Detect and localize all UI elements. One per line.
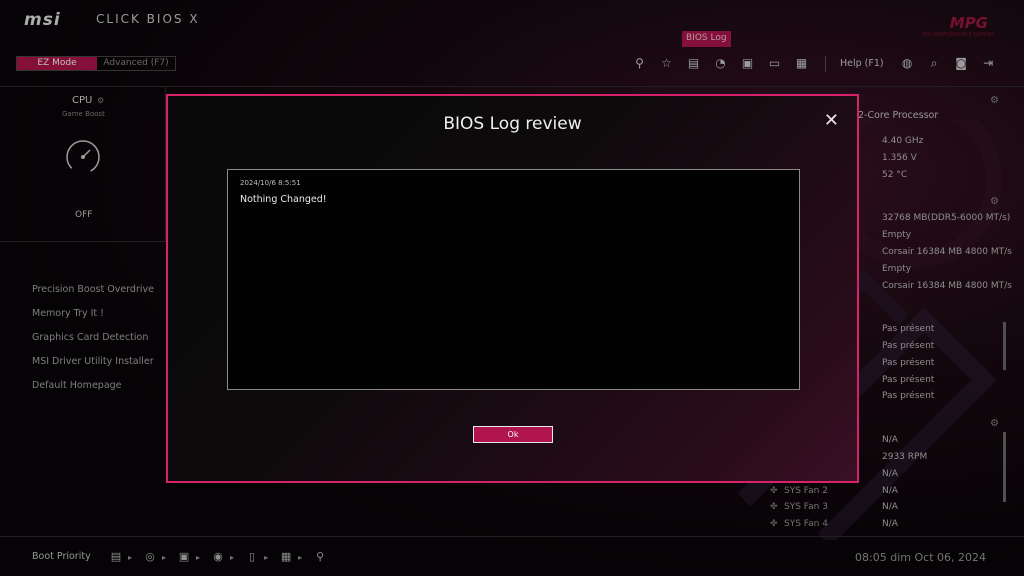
log-text-area[interactable]: 2024/10/6 8:5:51 Nothing Changed! — [227, 169, 800, 390]
bios-log-dialog: BIOS Log review ✕ 2024/10/6 8:5:51 Nothi… — [166, 94, 859, 483]
dialog-title: BIOS Log review — [443, 114, 582, 134]
log-message: Nothing Changed! — [240, 194, 327, 205]
ok-button[interactable]: Ok — [473, 426, 553, 443]
log-timestamp: 2024/10/6 8:5:51 — [240, 179, 301, 187]
close-icon[interactable]: ✕ — [824, 110, 839, 131]
